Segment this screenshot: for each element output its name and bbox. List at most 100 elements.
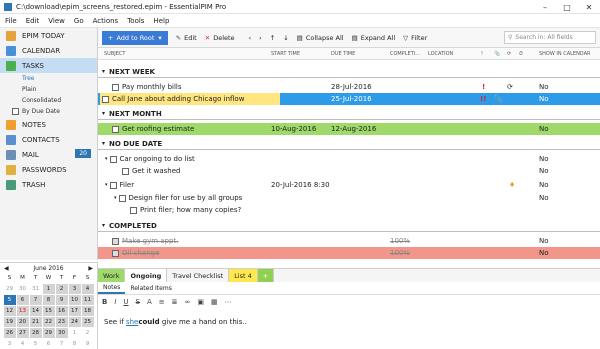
- calendar-day[interactable]: 12: [3, 305, 16, 316]
- task-checkbox[interactable]: [122, 167, 129, 175]
- collapse-toggle-icon[interactable]: ▾: [102, 140, 105, 147]
- notes-link[interactable]: she: [126, 318, 138, 326]
- task-notes[interactable]: See if shecould give me a hand on this..: [104, 318, 247, 326]
- calendar-day[interactable]: 19: [3, 316, 16, 327]
- more-icon[interactable]: ⋯: [225, 298, 232, 306]
- calendar-day[interactable]: 8: [42, 294, 55, 305]
- minimize-icon[interactable]: –: [535, 0, 555, 14]
- menu-actions[interactable]: Actions: [93, 17, 119, 25]
- calendar-day[interactable]: 11: [81, 294, 94, 305]
- sidebar-item-trash[interactable]: TRASH: [0, 177, 97, 192]
- calendar-day[interactable]: 4: [16, 338, 29, 349]
- calendar-day[interactable]: 16: [55, 305, 68, 316]
- attachment-icon[interactable]: 📎: [494, 51, 500, 57]
- collapse-all-button[interactable]: ▤ Collapse All: [297, 34, 344, 42]
- col-subject[interactable]: SUBJECT: [104, 51, 125, 57]
- group-header[interactable]: ▾ NEXT WEEK: [98, 66, 600, 78]
- tab-ongoing[interactable]: Ongoing: [125, 269, 168, 282]
- collapse-toggle-icon[interactable]: ▾: [105, 182, 108, 188]
- col-show-in-calendar[interactable]: SHOW IN CALENDAR: [539, 51, 590, 57]
- calendar-day[interactable]: 1: [68, 327, 81, 338]
- calendar-day[interactable]: 29: [3, 283, 16, 294]
- collapse-toggle-icon[interactable]: ▾: [114, 195, 117, 201]
- calendar-day[interactable]: 13: [16, 305, 29, 316]
- calendar-day[interactable]: 30: [16, 283, 29, 294]
- image-icon[interactable]: ▣: [197, 298, 204, 306]
- task-row[interactable]: Make gym appt. 100% No: [98, 235, 600, 247]
- collapse-toggle-icon[interactable]: ▾: [102, 68, 105, 75]
- calendar-day[interactable]: 30: [55, 327, 68, 338]
- view-consolidated[interactable]: Consolidated: [0, 95, 97, 106]
- tab-list-4[interactable]: List 4: [229, 269, 258, 282]
- calendar-day[interactable]: 22: [42, 316, 55, 327]
- calendar-day[interactable]: 31: [29, 283, 42, 294]
- reminder-icon[interactable]: ⏱: [519, 51, 523, 57]
- group-header[interactable]: ▾ NO DUE DATE: [98, 138, 600, 150]
- calendar-day[interactable]: 28: [29, 327, 42, 338]
- sidebar-item-epim-today[interactable]: EPIM TODAY: [0, 28, 97, 43]
- group-header[interactable]: ▾ NEXT MONTH: [98, 108, 600, 120]
- move-up-icon[interactable]: ↑: [270, 34, 275, 42]
- calendar-day[interactable]: 14: [29, 305, 42, 316]
- calendar-day[interactable]: 25: [81, 316, 94, 327]
- sidebar-item-contacts[interactable]: CONTACTS: [0, 132, 97, 147]
- calendar-day[interactable]: 1: [42, 283, 55, 294]
- close-icon[interactable]: ✕: [579, 0, 599, 14]
- calendar-day[interactable]: 9: [81, 338, 94, 349]
- collapse-toggle-icon[interactable]: ▾: [102, 222, 105, 229]
- calendar-day[interactable]: 6: [42, 338, 55, 349]
- calendar-day[interactable]: 5: [29, 338, 42, 349]
- task-row[interactable]: Print filer; how many copies?: [98, 204, 600, 216]
- calendar-day[interactable]: 3: [68, 283, 81, 294]
- bold-icon[interactable]: B: [102, 298, 107, 306]
- table-icon[interactable]: ▦: [211, 298, 218, 306]
- numbered-list-icon[interactable]: ≣: [172, 298, 178, 306]
- calendar-day[interactable]: 18: [81, 305, 94, 316]
- collapse-toggle-icon[interactable]: ▾: [105, 156, 108, 162]
- group-header[interactable]: ▾ COMPLETED: [98, 220, 600, 232]
- task-row[interactable]: Pay monthly bills 28-Jul-2016 ! ⟳ No: [98, 81, 600, 93]
- task-checkbox[interactable]: [112, 125, 119, 133]
- underline-icon[interactable]: U: [123, 298, 128, 306]
- sidebar-item-mail[interactable]: MAIL 20: [0, 147, 97, 162]
- task-row[interactable]: ▾ Car ongoing to do list No: [98, 153, 600, 165]
- task-checkbox[interactable]: [112, 237, 119, 245]
- calendar-day[interactable]: 24: [68, 316, 81, 327]
- italic-icon[interactable]: I: [114, 298, 116, 306]
- task-row[interactable]: Oil change 100% No: [98, 247, 600, 259]
- task-subject-editor[interactable]: Call Jane about adding Chicago inflow: [100, 93, 281, 105]
- task-row-selected[interactable]: Call Jane about adding Chicago inflow 25…: [98, 93, 600, 105]
- text-color-icon[interactable]: A: [147, 298, 152, 306]
- menu-tools[interactable]: Tools: [127, 17, 144, 25]
- calendar-day[interactable]: 26: [3, 327, 16, 338]
- calendar-day[interactable]: 29: [42, 327, 55, 338]
- calendar-day[interactable]: 10: [68, 294, 81, 305]
- task-checkbox[interactable]: [130, 206, 137, 214]
- calendar-day[interactable]: 4: [81, 283, 94, 294]
- menu-file[interactable]: File: [5, 17, 17, 25]
- nav-forward-icon[interactable]: ›: [259, 34, 262, 42]
- add-tab-button[interactable]: +: [257, 269, 275, 282]
- prev-month-icon[interactable]: ◀: [4, 265, 9, 272]
- add-to-root-button[interactable]: + Add to Root ▾: [102, 30, 168, 45]
- task-row[interactable]: ▾ Filer 20-Jul-2016 8:30 ♦ No: [98, 179, 600, 191]
- bullet-list-icon[interactable]: ≡: [159, 298, 165, 306]
- view-plain[interactable]: Plain: [0, 84, 97, 95]
- task-checkbox[interactable]: [118, 194, 126, 202]
- edit-button[interactable]: ✎ Edit: [176, 34, 197, 42]
- nav-back-icon[interactable]: ‹: [249, 34, 252, 42]
- calendar-day[interactable]: 5: [3, 294, 16, 305]
- calendar-day[interactable]: 20: [16, 316, 29, 327]
- col-location[interactable]: LOCATION: [428, 51, 453, 57]
- collapse-toggle-icon[interactable]: ▾: [102, 110, 105, 117]
- view-tree[interactable]: Tree: [0, 73, 97, 84]
- calendar-day[interactable]: 2: [81, 327, 94, 338]
- calendar-day[interactable]: 27: [16, 327, 29, 338]
- task-checkbox[interactable]: [102, 95, 109, 103]
- col-completion[interactable]: COMPLETI...: [390, 51, 420, 57]
- tab-related-items[interactable]: Related Items: [125, 282, 176, 294]
- menu-view[interactable]: View: [48, 17, 65, 25]
- calendar-day[interactable]: 23: [55, 316, 68, 327]
- search-input[interactable]: ⚲ Search in: All fields: [504, 31, 596, 44]
- task-row[interactable]: Get it washed No: [98, 165, 600, 177]
